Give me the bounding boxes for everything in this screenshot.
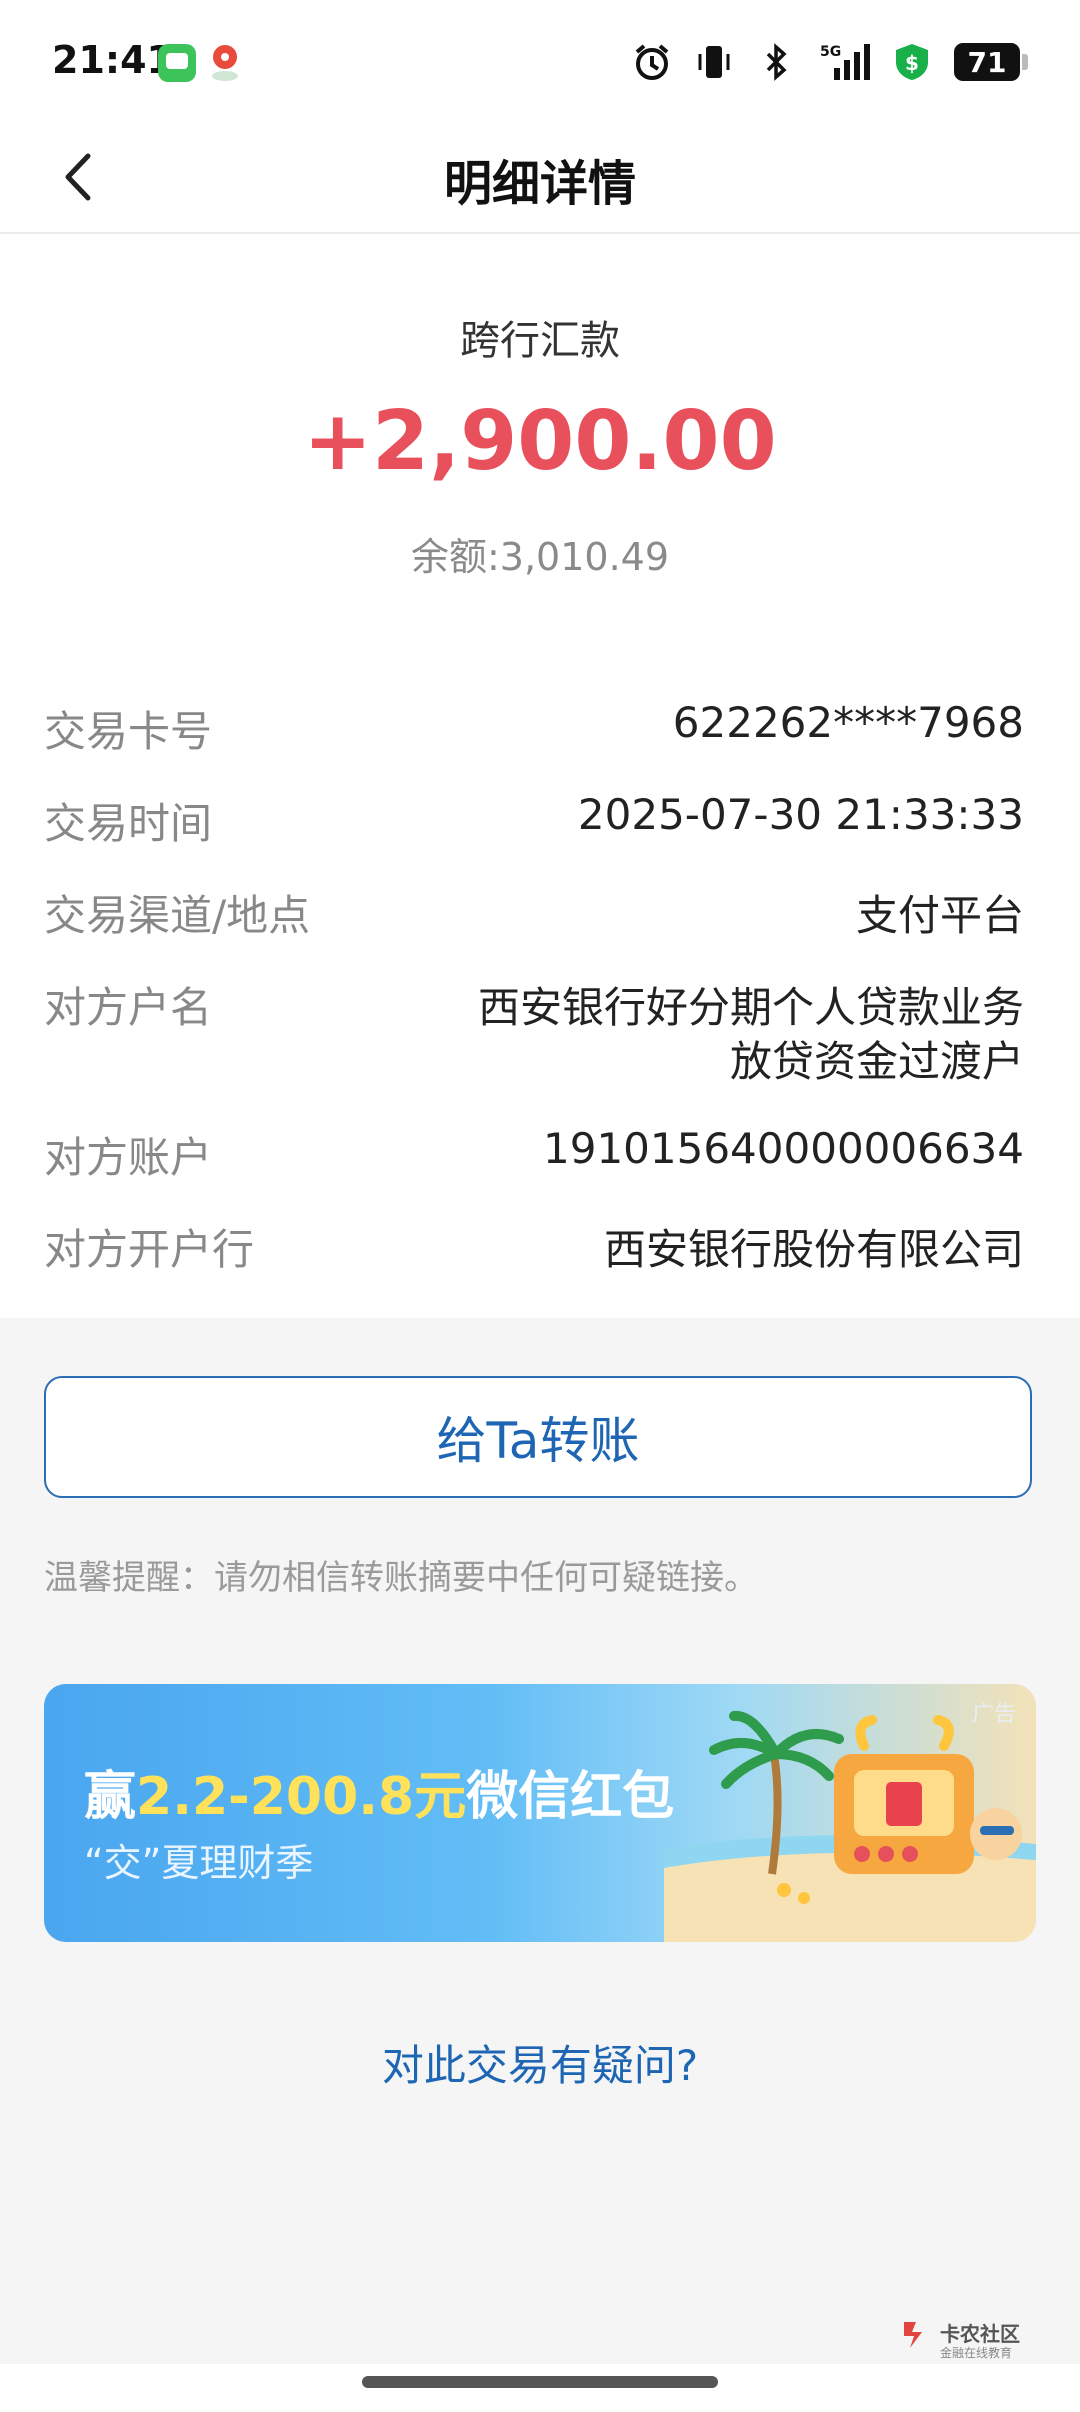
bluetooth-icon xyxy=(756,42,796,82)
account-balance: 余额:3,010.49 xyxy=(410,535,670,579)
detail-value: 2025-07-30 21:33:33 xyxy=(577,790,1024,839)
status-time: 21:41 xyxy=(52,38,173,82)
promo-banner[interactable]: 广告 赢2.2-200.8元微信红包 “交”夏理财季 xyxy=(44,1684,1036,1942)
detail-label: 对方账户 xyxy=(44,1133,213,1182)
nav-bar: 明细详情 xyxy=(0,124,1080,234)
detail-value-line2: 放贷资金过渡户 xyxy=(729,1037,1024,1086)
vibrate-icon xyxy=(694,42,734,82)
detail-value: 支付平台 xyxy=(855,891,1024,940)
alarm-icon xyxy=(632,42,672,82)
watermark: 卡农社区 金融在线教育 xyxy=(900,2318,1030,2362)
detail-value: 西安银行股份有限公司 xyxy=(603,1225,1024,1274)
transaction-detail-card: 跨行汇款 +2,900.00 余额:3,010.49 交易卡号 622262**… xyxy=(0,234,1080,1318)
svg-text:$: $ xyxy=(905,51,919,75)
shield-icon: $ xyxy=(892,42,932,82)
transaction-type: 跨行汇款 xyxy=(460,318,620,364)
detail-label: 交易卡号 xyxy=(44,707,213,756)
status-icons: 5G $ 71 xyxy=(632,36,1028,88)
detail-label: 对方户名 xyxy=(44,983,213,1032)
ad-tag: 广告 xyxy=(971,1702,1016,1727)
detail-value: 622262****7968 xyxy=(672,698,1024,747)
watermark-logo xyxy=(904,2322,922,2348)
watermark-name: 卡农社区 xyxy=(940,2322,1020,2346)
detail-label: 交易时间 xyxy=(44,799,213,848)
banner-title-prefix: 赢 xyxy=(84,1767,137,1827)
detail-label: 对方开户行 xyxy=(44,1225,255,1274)
banner-title-suffix: 微信红包 xyxy=(466,1767,675,1827)
map-app-icon xyxy=(208,42,242,82)
network-label: 5G xyxy=(820,44,841,60)
banner-subtitle: “交”夏理财季 xyxy=(84,1841,314,1885)
status-bar: 21:41 5G $ 71 xyxy=(0,0,1080,124)
home-indicator[interactable] xyxy=(362,2376,718,2388)
detail-value: 191015640000006634 xyxy=(543,1124,1024,1173)
system-nav-bar xyxy=(0,2364,1080,2412)
detail-label: 交易渠道/地点 xyxy=(44,891,311,940)
messages-app-icon xyxy=(158,44,196,82)
banner-title: 赢2.2-200.8元微信红包 xyxy=(84,1754,674,1829)
transaction-question-link[interactable]: 对此交易有疑问? xyxy=(0,2032,1080,2093)
banner-title-highlight: 2.2-200.8元 xyxy=(136,1767,467,1827)
security-tip: 温馨提醒：请勿相信转账摘要中任何可疑链接。 xyxy=(44,1558,758,1598)
transfer-to-payee-button[interactable]: 给Ta转账 xyxy=(44,1376,1032,1498)
transaction-amount: +2,900.00 xyxy=(303,394,777,489)
watermark-sub: 金融在线教育 xyxy=(940,2346,1013,2360)
page-title: 明细详情 xyxy=(443,156,636,212)
signal-icon: 5G xyxy=(818,42,870,82)
detail-value: 西安银行好分期个人贷款业务 xyxy=(477,983,1024,1032)
battery-icon: 71 xyxy=(954,43,1028,81)
